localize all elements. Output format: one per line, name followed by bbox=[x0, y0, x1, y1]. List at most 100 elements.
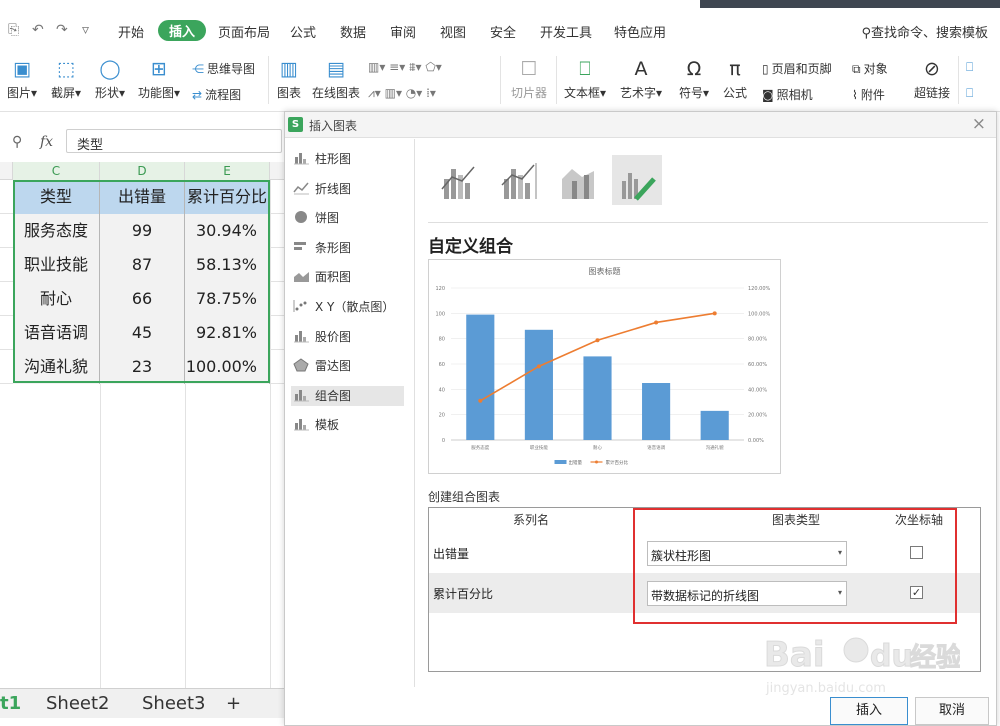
textbox-button[interactable]: ⎕ 文本框▾ bbox=[562, 58, 608, 101]
object-label: 对象 bbox=[863, 62, 888, 76]
column-header-e[interactable]: E bbox=[185, 162, 270, 180]
tab-view[interactable]: 视图 bbox=[440, 22, 466, 41]
tab-special[interactable]: 特色应用 bbox=[614, 22, 666, 41]
column-header-c[interactable]: C bbox=[13, 162, 100, 180]
y2-tick-label: 120.00% bbox=[748, 286, 770, 292]
online-chart-button[interactable]: ▤ 在线图表 bbox=[308, 58, 364, 101]
picture-button[interactable]: ▣ 图片▾ bbox=[4, 58, 40, 101]
side-item-pie[interactable]: 饼图 bbox=[291, 208, 404, 228]
table-cell[interactable]: 沟通礼貌 bbox=[13, 350, 100, 384]
slicer-label: 切片器 bbox=[510, 86, 547, 100]
hyperlink-button[interactable]: ⊘ 超链接 bbox=[910, 58, 954, 101]
preview-icon[interactable]: ⎘ bbox=[8, 22, 19, 38]
tab-security[interactable]: 安全 bbox=[490, 22, 516, 41]
legend-line-label: 累计百分比 bbox=[606, 459, 629, 466]
hyperlink-label: 超链接 bbox=[913, 86, 950, 100]
x-tick-label: 沟通礼貌 bbox=[706, 444, 724, 451]
insert-button[interactable]: 插入 bbox=[830, 697, 908, 725]
table-cell[interactable]: 99 bbox=[100, 214, 185, 248]
add-sheet-button[interactable]: + bbox=[226, 689, 241, 719]
side-item-bar[interactable]: 柱形图 bbox=[291, 149, 404, 169]
table-cell[interactable]: 58.13% bbox=[185, 248, 270, 282]
table-cell[interactable]: 职业技能 bbox=[13, 248, 100, 282]
chart-type-row-2[interactable]: ⩘▾ ▥▾ ◔▾ ⁞▾ bbox=[368, 86, 436, 101]
column-header-d[interactable]: D bbox=[100, 162, 185, 180]
undo-icon[interactable]: ↶ bbox=[32, 22, 44, 38]
side-item-combo[interactable]: 组合图 bbox=[291, 385, 404, 406]
shape-button[interactable]: ◯ 形状▾ bbox=[90, 58, 130, 101]
side-item-hbar[interactable]: 条形图 bbox=[291, 238, 404, 258]
pi-icon: π bbox=[729, 58, 741, 80]
secondary-axis-checkbox[interactable]: ✓ bbox=[910, 586, 923, 599]
slicer-button[interactable]: ☐ 切片器 bbox=[506, 58, 552, 101]
series-name: 出错量 bbox=[433, 547, 470, 561]
attachment-button[interactable]: ⌇ 附件 bbox=[852, 86, 885, 103]
link-icon: ⊘ bbox=[924, 58, 940, 80]
tab-home[interactable]: 开始 bbox=[118, 22, 144, 41]
table-cell[interactable]: 45 bbox=[100, 316, 185, 350]
tab-formula[interactable]: 公式 bbox=[290, 22, 316, 41]
table-cell[interactable]: 语音语调 bbox=[13, 316, 100, 350]
chart-type-select[interactable]: 簇状柱形图 ▾ bbox=[647, 541, 847, 566]
mindmap-button[interactable]: ⋲ 思维导图 bbox=[192, 60, 255, 77]
header-cell[interactable]: 出错量 bbox=[100, 180, 185, 214]
chart-type-select[interactable]: 带数据标记的折线图 ▾ bbox=[647, 581, 847, 606]
formula-input[interactable]: 类型 bbox=[66, 129, 282, 153]
tab-insert[interactable]: 插入 bbox=[158, 20, 207, 41]
side-item-stock[interactable]: 股价图 bbox=[291, 327, 404, 347]
redo-icon[interactable]: ↷ bbox=[56, 22, 68, 38]
header-cell[interactable]: 累计百分比 bbox=[185, 180, 270, 214]
table-cell[interactable]: 66 bbox=[100, 282, 185, 316]
combo-thumb-2[interactable] bbox=[494, 155, 544, 205]
wordart-button[interactable]: A 艺术字▾ bbox=[616, 58, 666, 101]
table-cell[interactable]: 服务态度 bbox=[13, 214, 100, 248]
tab-review[interactable]: 审阅 bbox=[390, 22, 416, 41]
side-item-template[interactable]: 模板 bbox=[291, 415, 404, 435]
combo-thumb-1[interactable] bbox=[434, 155, 484, 205]
table-cell[interactable]: 100.00% bbox=[185, 350, 270, 384]
sheet-tab-3[interactable]: Sheet3 bbox=[142, 689, 206, 719]
status-bar bbox=[0, 718, 285, 726]
secondary-axis-checkbox[interactable] bbox=[910, 546, 923, 559]
cancel-button[interactable]: 取消 bbox=[915, 697, 989, 725]
table-cell[interactable]: 87 bbox=[100, 248, 185, 282]
y-tick-label: 20 bbox=[439, 413, 445, 419]
zoom-icon[interactable]: ⚲ bbox=[12, 134, 22, 150]
side-item-line[interactable]: 折线图 bbox=[291, 179, 404, 199]
camera-button[interactable]: ◙ 照相机 bbox=[762, 86, 813, 103]
more-ribbon-icon-1[interactable]: ⎕ bbox=[966, 60, 973, 75]
menu-tab-bar: ⎘ ↶ ↷ ▿ 开始 插入 页面布局 公式 数据 审阅 视图 安全 开发工具 特… bbox=[0, 10, 1000, 50]
tab-page-layout[interactable]: 页面布局 bbox=[218, 22, 270, 41]
sheet-tab-1[interactable]: t1 bbox=[0, 689, 21, 719]
series-name: 累计百分比 bbox=[433, 587, 494, 601]
side-item-area[interactable]: 面积图 bbox=[291, 267, 404, 287]
table-row: 服务态度 99 30.94% bbox=[0, 214, 285, 248]
side-item-radar[interactable]: 雷达图 bbox=[291, 356, 404, 376]
side-item-scatter[interactable]: X Y（散点图） bbox=[291, 297, 404, 317]
symbol-button[interactable]: Ω 符号▾ bbox=[676, 58, 712, 101]
equation-button[interactable]: π 公式 bbox=[718, 58, 752, 101]
object-icon: ⧉ bbox=[852, 62, 861, 76]
table-cell[interactable]: 耐心 bbox=[13, 282, 100, 316]
screenshot-button[interactable]: ⬚ 截屏▾ bbox=[46, 58, 86, 101]
object-button[interactable]: ⧉ 对象 bbox=[852, 60, 888, 77]
more-icon[interactable]: ▿ bbox=[82, 22, 89, 38]
custom-combo-thumb[interactable] bbox=[612, 155, 662, 205]
function-chart-button[interactable]: ⊞ 功能图▾ bbox=[134, 58, 184, 101]
header-footer-button[interactable]: ▯ 页眉和页脚 bbox=[762, 60, 832, 77]
chart-type-row-1[interactable]: ▥▾ ≡▾ ⩩▾ ⬠▾ bbox=[368, 60, 442, 75]
combo-thumb-3[interactable] bbox=[554, 155, 604, 205]
chart-button[interactable]: ▥ 图表 bbox=[274, 58, 304, 101]
command-search[interactable]: ⚲查找命令、搜索模板 bbox=[861, 22, 988, 41]
tab-developer[interactable]: 开发工具 bbox=[540, 22, 592, 41]
flowchart-button[interactable]: ⇄ 流程图 bbox=[192, 86, 241, 103]
close-icon[interactable]: × bbox=[972, 114, 986, 134]
sheet-tab-2[interactable]: Sheet2 bbox=[46, 689, 110, 719]
more-ribbon-icon-2[interactable]: ⎕ bbox=[966, 86, 973, 101]
table-cell[interactable]: 23 bbox=[100, 350, 185, 384]
table-cell[interactable]: 30.94% bbox=[185, 214, 270, 248]
tab-data[interactable]: 数据 bbox=[340, 22, 366, 41]
header-cell[interactable]: 类型 bbox=[13, 180, 100, 214]
table-cell[interactable]: 78.75% bbox=[185, 282, 270, 316]
table-cell[interactable]: 92.81% bbox=[185, 316, 270, 350]
